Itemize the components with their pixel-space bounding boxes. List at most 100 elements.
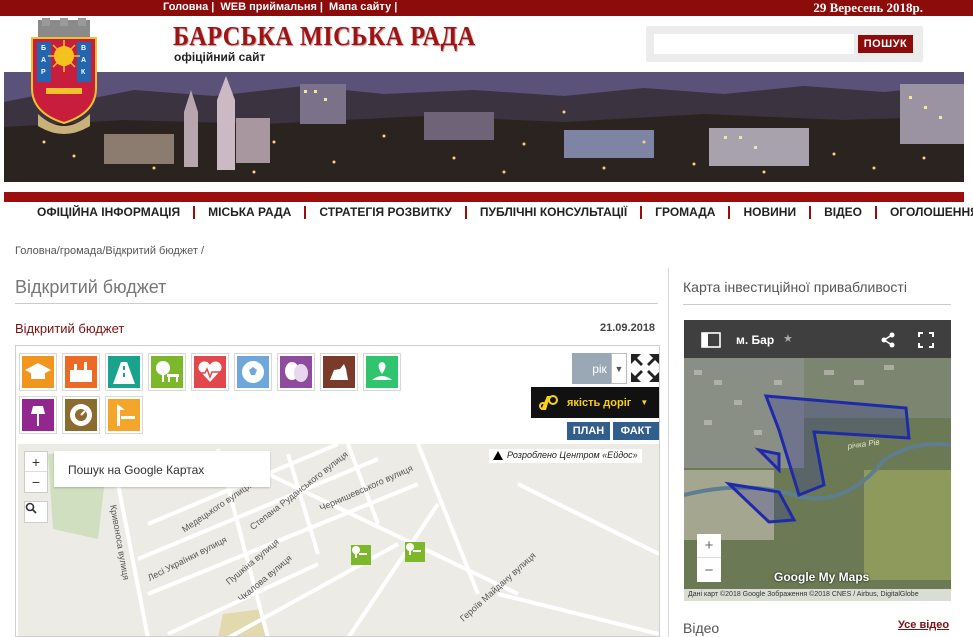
map-marker-park[interactable]: [405, 542, 425, 562]
nav-public-consultations[interactable]: ПУБЛІЧНІ КОНСУЛЬТАЦІЇ: [464, 205, 640, 219]
road-icon: [108, 356, 140, 388]
category-dropdown[interactable]: якість доріг ▼: [531, 387, 659, 418]
site-title[interactable]: БАРСЬКА МІСЬКА РАДА: [173, 21, 476, 52]
tourism-icon: [323, 356, 355, 388]
header-divider: [4, 192, 964, 202]
utilities-icon: [65, 399, 97, 431]
map-search-button[interactable]: [24, 501, 48, 523]
sidebar-divider: [668, 268, 669, 637]
star-icon[interactable]: ★: [783, 332, 793, 345]
eidos-logo-icon: [493, 451, 503, 460]
search-button[interactable]: ПОШУК: [858, 35, 913, 53]
category-playground[interactable]: [105, 396, 143, 434]
city-night-banner: [4, 72, 964, 182]
open-budget-widget: рік ▼ якість доріг ▼ ПЛАН ФАКТ Лесі Укра…: [15, 345, 660, 637]
svg-text:К: К: [81, 69, 86, 76]
share-icon[interactable]: [880, 332, 896, 348]
satellite-map-tiles: [684, 358, 951, 601]
zoom-in-button[interactable]: +: [25, 452, 47, 472]
city-coat-of-arms: БАР ВАК: [24, 18, 104, 136]
nav-news[interactable]: НОВИНИ: [728, 205, 809, 219]
search-box: ПОШУК: [646, 26, 923, 62]
caret-down-icon: ▼: [640, 398, 649, 407]
zoom-out-button[interactable]: −: [25, 472, 47, 492]
category-culture[interactable]: [277, 353, 315, 391]
article-date: 21.09.2018: [600, 322, 656, 334]
top-link-home[interactable]: Головна: [163, 1, 208, 13]
top-links: Головна | WEB приймальня | Мапа сайту |: [163, 1, 398, 13]
top-link-sitemap[interactable]: Мапа сайту: [329, 1, 391, 13]
header: БАР ВАК БАРСЬКА МІСЬКА РАДА офіційний са…: [4, 16, 964, 182]
page-title: Відкритий бюджет: [15, 277, 167, 297]
fullscreen-icon[interactable]: [631, 354, 659, 382]
playground-icon: [108, 399, 140, 431]
map-location-title[interactable]: м. Бар: [736, 333, 774, 347]
fullscreen-icon[interactable]: [918, 332, 934, 348]
svg-text:Р: Р: [41, 69, 46, 76]
budget-map[interactable]: Лесі Українки вулиця Медецького вулиця С…: [18, 444, 659, 636]
map-header: м. Бар ★: [684, 320, 951, 358]
park-icon: [352, 546, 367, 558]
sidebar-title-divider: [683, 304, 951, 305]
site-subtitle: офіційний сайт: [174, 50, 266, 64]
map-marker-park[interactable]: [351, 545, 371, 565]
top-link-web-reception[interactable]: WEB приймальня: [220, 1, 317, 13]
road-quality-icon: [537, 392, 559, 417]
svg-text:В: В: [81, 45, 86, 52]
category-education[interactable]: [19, 353, 57, 391]
google-maps-search[interactable]: Пошук на Google Картах: [54, 451, 270, 487]
nav-announcements[interactable]: ОГОЛОШЕННЯ: [874, 205, 973, 219]
investment-map-title: Карта інвестиційної привабливості: [683, 279, 907, 295]
lighting-icon: [22, 399, 54, 431]
nav-city-council[interactable]: МІСЬКА РАДА: [193, 205, 304, 219]
main-nav: ОФІЦІЙНА ІНФОРМАЦІЯ МІСЬКА РАДА СТРАТЕГІ…: [24, 204, 973, 220]
article-title[interactable]: Відкритий бюджет: [15, 321, 124, 336]
plan-button[interactable]: ПЛАН: [567, 422, 610, 440]
culture-icon: [280, 356, 312, 388]
all-video-link[interactable]: Усе відео: [898, 619, 949, 631]
fact-button[interactable]: ФАКТ: [613, 422, 659, 440]
investment-map[interactable]: м. Бар ★ річка Рів + − Google My Maps Да…: [684, 320, 951, 601]
zoom-in-button[interactable]: +: [697, 534, 721, 558]
current-date: 29 Вересень 2018р.: [813, 0, 923, 15]
video-section-title: Відео: [683, 620, 720, 636]
nav-community[interactable]: ГРОМАДА: [640, 205, 728, 219]
ecology-icon: [366, 356, 398, 388]
category-health[interactable]: [191, 353, 229, 391]
investment-map-zoom: + −: [697, 534, 721, 582]
nav-official-info[interactable]: ОФІЦІЙНА ІНФОРМАЦІЯ: [24, 205, 193, 219]
search-input[interactable]: [654, 34, 854, 54]
zoom-out-button[interactable]: −: [697, 558, 721, 582]
category-roads[interactable]: [105, 353, 143, 391]
map-zoom-controls: + −: [24, 451, 48, 493]
category-tools[interactable]: [62, 353, 100, 391]
sidebar-panel-icon[interactable]: [701, 332, 721, 348]
chevron-down-icon[interactable]: ▼: [611, 353, 627, 384]
park-icon: [406, 543, 421, 555]
svg-text:А: А: [41, 57, 46, 64]
health-icon: [194, 356, 226, 388]
category-lighting[interactable]: [19, 396, 57, 434]
breadcrumb[interactable]: Головна/громада/Відкритий бюджет /: [15, 245, 204, 257]
education-icon: [22, 356, 54, 388]
svg-text:А: А: [81, 57, 86, 64]
nav-development-strategy[interactable]: СТРАТЕГІЯ РОЗВИТКУ: [304, 205, 465, 219]
google-my-maps-logo: Google My Maps: [774, 570, 870, 584]
sport-icon: [237, 356, 269, 388]
category-tourism[interactable]: [320, 353, 358, 391]
category-dropdown-label: якість доріг: [567, 396, 632, 409]
search-icon: [25, 502, 37, 514]
park-icon: [151, 356, 183, 388]
title-divider: [15, 303, 658, 304]
category-parks[interactable]: [148, 353, 186, 391]
developer-credit-label: Розроблено Центром «Ейдос»: [507, 450, 638, 460]
category-ecology[interactable]: [363, 353, 401, 391]
top-bar: Головна | WEB приймальня | Мапа сайту | 29 …: [0, 0, 973, 16]
category-utilities[interactable]: [62, 396, 100, 434]
nav-video[interactable]: ВІДЕО: [809, 205, 875, 219]
svg-text:Б: Б: [41, 45, 46, 52]
developer-credit[interactable]: Розроблено Центром «Ейдос»: [489, 449, 642, 463]
city-skyline-image: [4, 72, 964, 182]
category-sport[interactable]: [234, 353, 272, 391]
map-attribution[interactable]: Дані карт ©2018 Google Зображення ©2018 …: [684, 589, 951, 601]
